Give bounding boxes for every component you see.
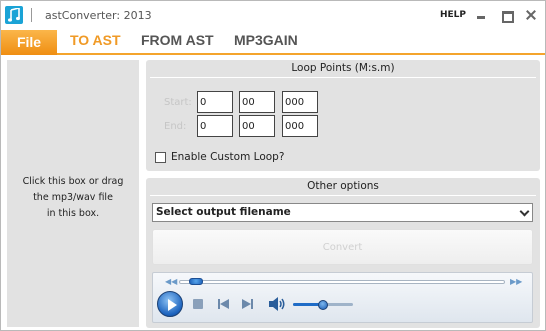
convert-button[interactable]: Convert [152,229,533,265]
menu-bar: File TO AST FROM AST MP3GAIN [1,29,545,55]
tab-from-ast[interactable]: FROM AST [141,32,214,48]
enable-custom-loop-checkbox[interactable] [155,152,166,163]
start-label: Start: [164,97,192,108]
seek-bar[interactable] [179,280,505,284]
drop-zone-instructions: Click this box or drag the mp3/wav file … [22,176,124,219]
tab-to-ast[interactable]: TO AST [70,32,121,48]
volume-thumb[interactable] [318,300,328,310]
enable-custom-loop-label[interactable]: Enable Custom Loop? [171,151,284,163]
other-options-title: Other options [307,180,379,192]
output-filename-value: Select output filename [156,206,291,218]
tab-mp3gain[interactable]: MP3GAIN [234,32,298,48]
title-bar: astConverter: 2013 HELP [1,1,545,29]
seek-forward-icon[interactable]: ▶▶ [510,277,522,286]
window-title: astConverter: 2013 [45,9,152,22]
seek-thumb[interactable] [189,278,203,285]
start-seconds-field[interactable] [239,91,275,113]
start-millis-field[interactable] [282,91,318,113]
music-note-icon [5,6,23,24]
media-player: ◀◀ ▶▶ [152,272,533,323]
file-drop-zone[interactable]: Click this box or drag the mp3/wav file … [7,60,139,327]
chevron-down-icon [519,206,530,217]
play-icon[interactable] [157,291,183,317]
help-link[interactable]: HELP [440,10,466,20]
loop-points-title: Loop Points (M:s.m) [291,62,395,74]
maximize-icon[interactable] [501,9,514,23]
end-label: End: [164,121,187,132]
previous-icon[interactable] [217,298,231,310]
end-seconds-field[interactable] [239,115,275,137]
divider [150,195,536,196]
file-menu-button[interactable]: File [1,30,57,55]
title-divider [31,8,32,22]
end-millis-field[interactable] [282,115,318,137]
next-icon[interactable] [241,298,255,310]
output-filename-dropdown[interactable]: Select output filename [152,203,533,222]
app-window: astConverter: 2013 HELP File TO AST FROM… [0,0,546,331]
start-minutes-field[interactable] [197,91,233,113]
close-icon[interactable] [526,10,536,20]
volume-icon[interactable] [268,297,286,311]
loop-points-panel: Loop Points (M:s.m) Start: End: Enable C… [146,60,540,171]
end-minutes-field[interactable] [197,115,233,137]
other-options-panel: Other options Select output filename Con… [146,178,540,328]
seek-back-icon[interactable]: ◀◀ [165,277,177,286]
divider [150,77,536,78]
minimize-icon[interactable] [475,9,487,21]
stop-icon[interactable] [193,299,203,309]
